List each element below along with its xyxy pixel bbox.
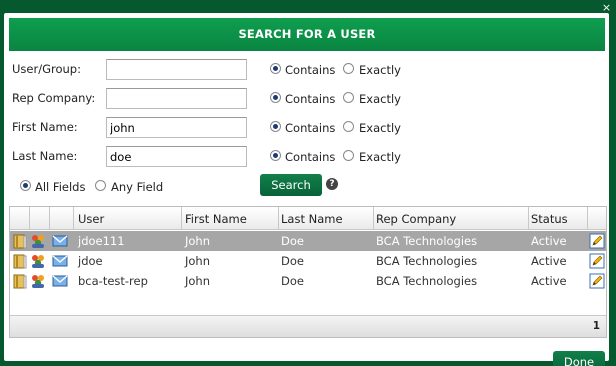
column-header-user[interactable]: User <box>78 212 104 226</box>
column-header-status[interactable]: Status <box>531 212 568 226</box>
group-icon[interactable] <box>30 253 46 269</box>
status-cell: Active <box>531 274 567 288</box>
book-icon[interactable] <box>12 253 28 269</box>
last-name-cell: Doe <box>281 254 304 268</box>
user-group-contains-radio[interactable] <box>270 63 281 74</box>
any-field-label: Any Field <box>111 180 164 194</box>
done-button[interactable]: Done <box>553 351 605 366</box>
field-row-last-name: Last Name: Contains Exactly <box>4 146 609 168</box>
user-group-label: User/Group: <box>12 62 81 76</box>
search-user-dialog: SEARCH FOR A USER User/Group: Contains E… <box>4 13 609 361</box>
first-name-cell: John <box>185 274 211 288</box>
envelope-icon[interactable] <box>52 273 68 289</box>
contains-label: Contains <box>285 63 336 77</box>
status-cell: Active <box>531 234 567 248</box>
any-field-radio[interactable] <box>95 180 106 191</box>
rep-company-cell: BCA Technologies <box>376 274 478 288</box>
field-row-user-group: User/Group: Contains Exactly <box>4 59 609 81</box>
last-name-exactly-radio[interactable] <box>343 150 354 161</box>
first-name-exactly-radio[interactable] <box>343 121 354 132</box>
last-name-label: Last Name: <box>12 149 78 163</box>
user-cell: jdoe111 <box>78 234 125 248</box>
group-icon[interactable] <box>30 233 46 249</box>
results-grid: User First Name Last Name Rep Company St… <box>9 206 607 338</box>
envelope-icon[interactable] <box>52 233 68 249</box>
all-fields-radio[interactable] <box>20 180 31 191</box>
contains-label: Contains <box>285 92 336 106</box>
status-cell: Active <box>531 254 567 268</box>
group-icon[interactable] <box>30 273 46 289</box>
user-cell: bca-test-rep <box>78 274 148 288</box>
first-name-label: First Name: <box>12 120 78 134</box>
contains-label: Contains <box>285 150 336 164</box>
first-name-cell: John <box>185 254 211 268</box>
envelope-icon[interactable] <box>52 253 68 269</box>
user-cell: jdoe <box>78 254 103 268</box>
field-row-rep-company: Rep Company: Contains Exactly <box>4 88 609 110</box>
last-name-contains-radio[interactable] <box>270 150 281 161</box>
exactly-label: Exactly <box>359 150 401 164</box>
edit-icon[interactable] <box>589 253 605 269</box>
rep-company-input[interactable] <box>106 88 247 109</box>
rep-company-contains-radio[interactable] <box>270 92 281 103</box>
rep-company-cell: BCA Technologies <box>376 234 478 248</box>
table-row[interactable]: jdoe111 John Doe BCA Technologies Active <box>10 231 606 251</box>
search-button[interactable]: Search <box>260 174 322 196</box>
exactly-label: Exactly <box>359 121 401 135</box>
table-row[interactable]: jdoe John Doe BCA Technologies Active <box>10 251 606 271</box>
field-row-first-name: First Name: Contains Exactly <box>4 117 609 139</box>
book-icon[interactable] <box>12 233 28 249</box>
grid-pager: 1 <box>10 315 606 337</box>
user-group-input[interactable] <box>106 59 247 80</box>
last-name-cell: Doe <box>281 234 304 248</box>
rep-company-exactly-radio[interactable] <box>343 92 354 103</box>
last-name-input[interactable] <box>106 146 247 167</box>
exactly-label: Exactly <box>359 92 401 106</box>
book-icon[interactable] <box>12 273 28 289</box>
column-header-last-name[interactable]: Last Name <box>281 212 343 226</box>
first-name-contains-radio[interactable] <box>270 121 281 132</box>
first-name-cell: John <box>185 234 211 248</box>
rep-company-label: Rep Company: <box>12 91 96 105</box>
all-fields-label: All Fields <box>35 180 86 194</box>
exactly-label: Exactly <box>359 63 401 77</box>
edit-icon[interactable] <box>589 273 605 289</box>
table-row[interactable]: bca-test-rep John Doe BCA Technologies A… <box>10 271 606 291</box>
page-number[interactable]: 1 <box>593 320 600 332</box>
dialog-title: SEARCH FOR A USER <box>9 18 605 51</box>
grid-header: User First Name Last Name Rep Company St… <box>10 207 606 230</box>
rep-company-cell: BCA Technologies <box>376 254 478 268</box>
contains-label: Contains <box>285 121 336 135</box>
first-name-input[interactable] <box>106 117 247 138</box>
column-header-first-name[interactable]: First Name <box>185 212 247 226</box>
edit-icon[interactable] <box>589 233 605 249</box>
user-group-exactly-radio[interactable] <box>343 63 354 74</box>
column-header-rep-company[interactable]: Rep Company <box>376 212 456 226</box>
last-name-cell: Doe <box>281 274 304 288</box>
help-icon[interactable]: ? <box>326 178 338 190</box>
